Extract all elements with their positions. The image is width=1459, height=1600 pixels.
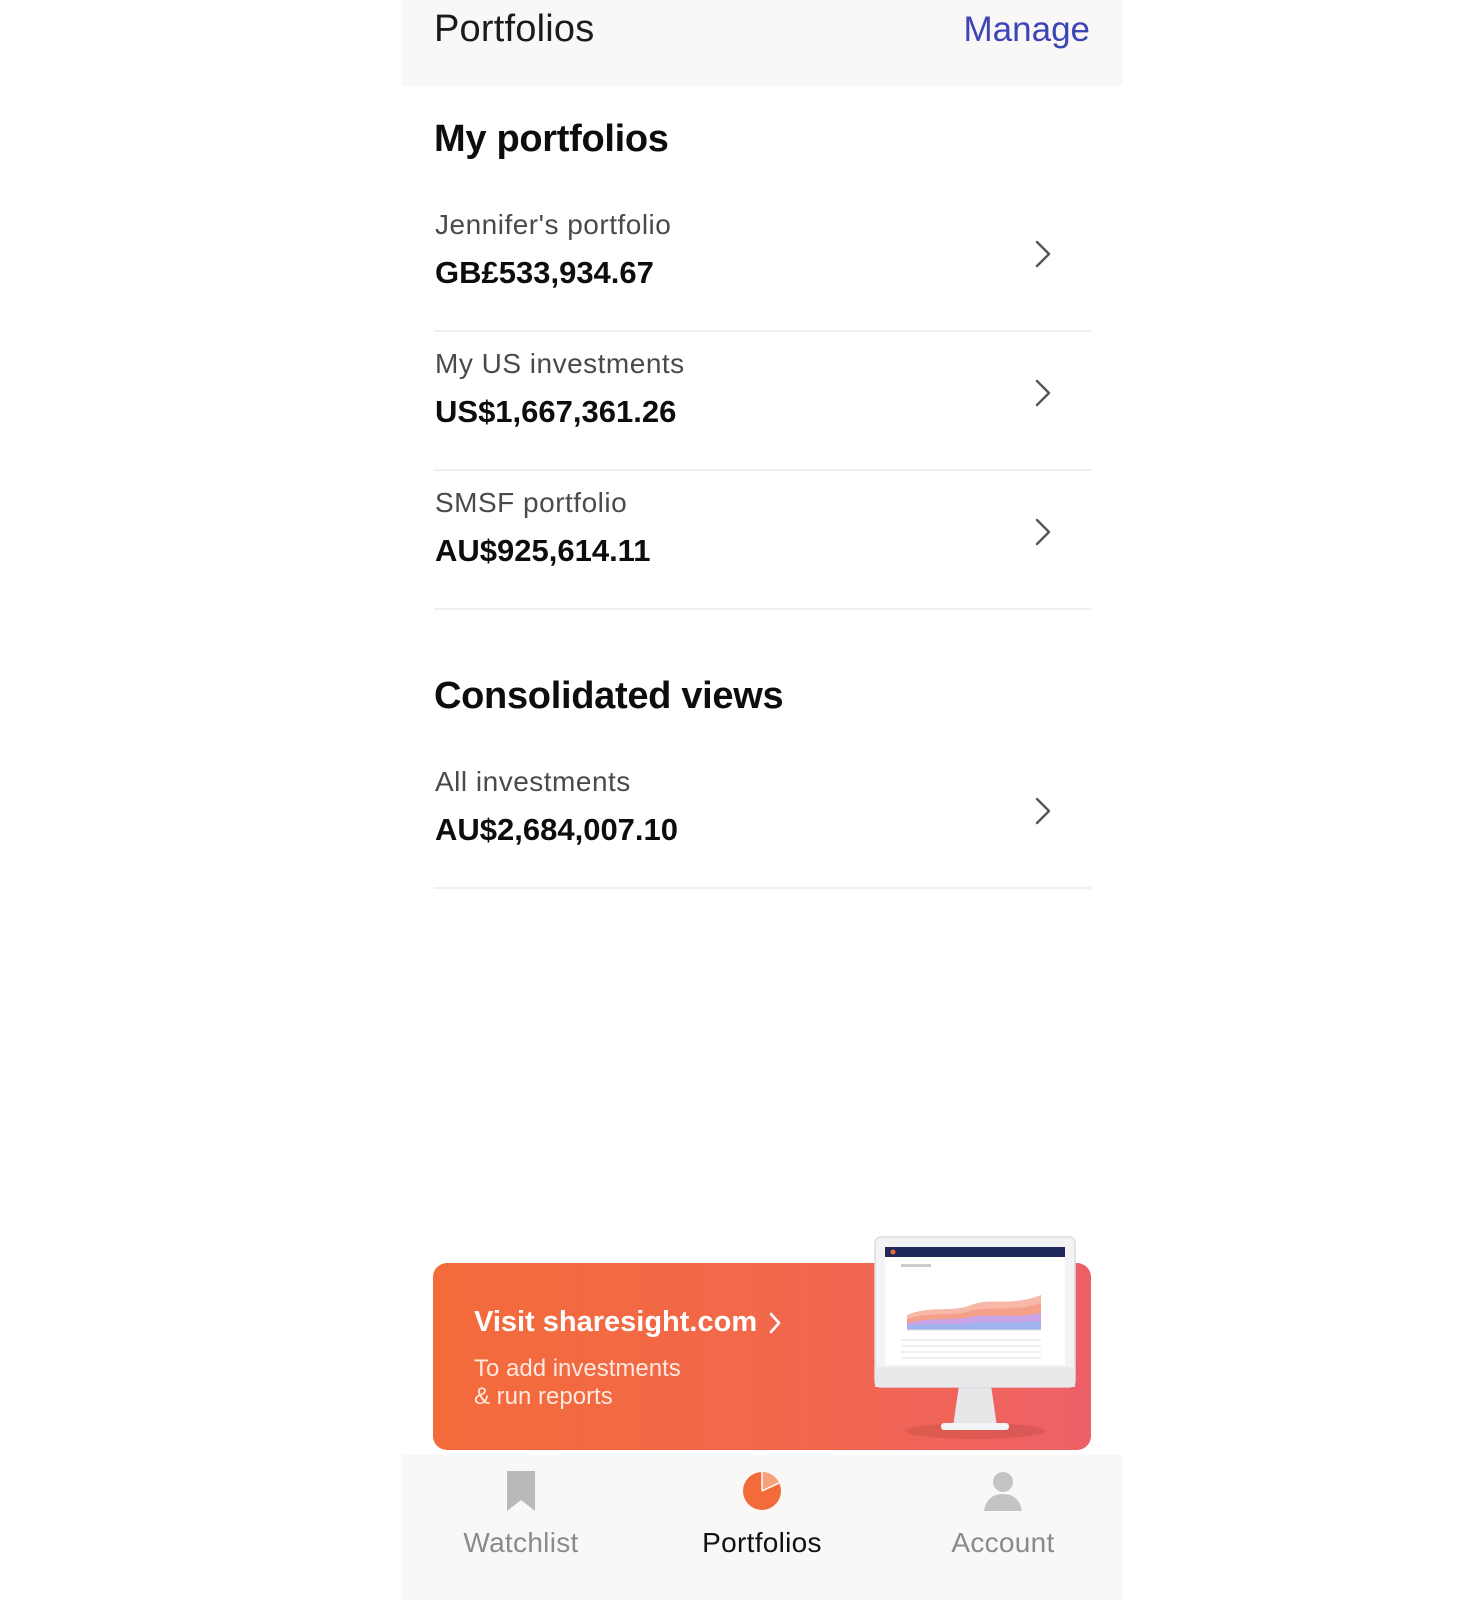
- visit-website-banner[interactable]: Visit sharesight.com To add investments …: [433, 1236, 1091, 1450]
- chevron-right-icon: [1035, 797, 1051, 825]
- portfolio-value: GB£533,934.67: [435, 255, 654, 290]
- manage-button[interactable]: Manage: [964, 10, 1090, 50]
- tab-label: Account: [951, 1527, 1055, 1558]
- portfolio-row-us-investments[interactable]: My US investments US$1,667,361.26: [434, 330, 1091, 471]
- page-title: Portfolios: [434, 8, 595, 50]
- tab-portfolios[interactable]: Portfolios: [642, 1455, 882, 1600]
- portfolio-name: Jennifer's portfolio: [435, 209, 672, 240]
- portfolio-value: AU$925,614.11: [435, 533, 651, 568]
- tab-label: Portfolios: [702, 1527, 822, 1558]
- person-icon: [984, 1472, 1022, 1511]
- portfolios-screen: Portfolios Manage My portfolios Jennifer…: [401, 0, 1123, 1600]
- portfolio-name: All investments: [435, 766, 631, 797]
- chevron-right-icon: [1035, 518, 1051, 546]
- tab-watchlist[interactable]: Watchlist: [401, 1455, 641, 1600]
- portfolio-value: US$1,667,361.26: [435, 394, 677, 429]
- bottom-tab-bar: Watchlist Portfolios Account: [401, 1455, 1123, 1600]
- chevron-right-icon: [1035, 240, 1051, 268]
- consolidated-views-heading: Consolidated views: [434, 675, 784, 717]
- monitor-illustration: [874, 1236, 1076, 1439]
- promo-subtitle-line: To add investments: [474, 1355, 681, 1382]
- chevron-right-icon: [1035, 379, 1051, 407]
- promo-title-text: Visit sharesight.com: [474, 1306, 758, 1338]
- consolidated-row-all-investments[interactable]: All investments AU$2,684,007.10: [434, 748, 1091, 889]
- promo-subtitle: To add investments & run reports: [474, 1355, 774, 1411]
- tab-label: Watchlist: [463, 1527, 579, 1558]
- portfolio-row-smsf[interactable]: SMSF portfolio AU$925,614.11: [434, 469, 1091, 610]
- top-bar: Portfolios Manage: [401, 0, 1123, 86]
- chevron-right-icon: [769, 1312, 781, 1333]
- bookmark-icon: [507, 1471, 535, 1511]
- portfolio-value: AU$2,684,007.10: [435, 812, 679, 847]
- promo-title: Visit sharesight.com: [474, 1306, 783, 1339]
- my-portfolios-heading: My portfolios: [434, 118, 669, 160]
- portfolio-row-jennifers[interactable]: Jennifer's portfolio GB£533,934.67: [434, 191, 1091, 332]
- promo-subtitle-line: & run reports: [474, 1383, 613, 1410]
- portfolio-name: SMSF portfolio: [435, 487, 628, 518]
- tab-account[interactable]: Account: [883, 1455, 1123, 1600]
- pie-chart-icon: [743, 1472, 781, 1510]
- portfolio-name: My US investments: [435, 348, 685, 379]
